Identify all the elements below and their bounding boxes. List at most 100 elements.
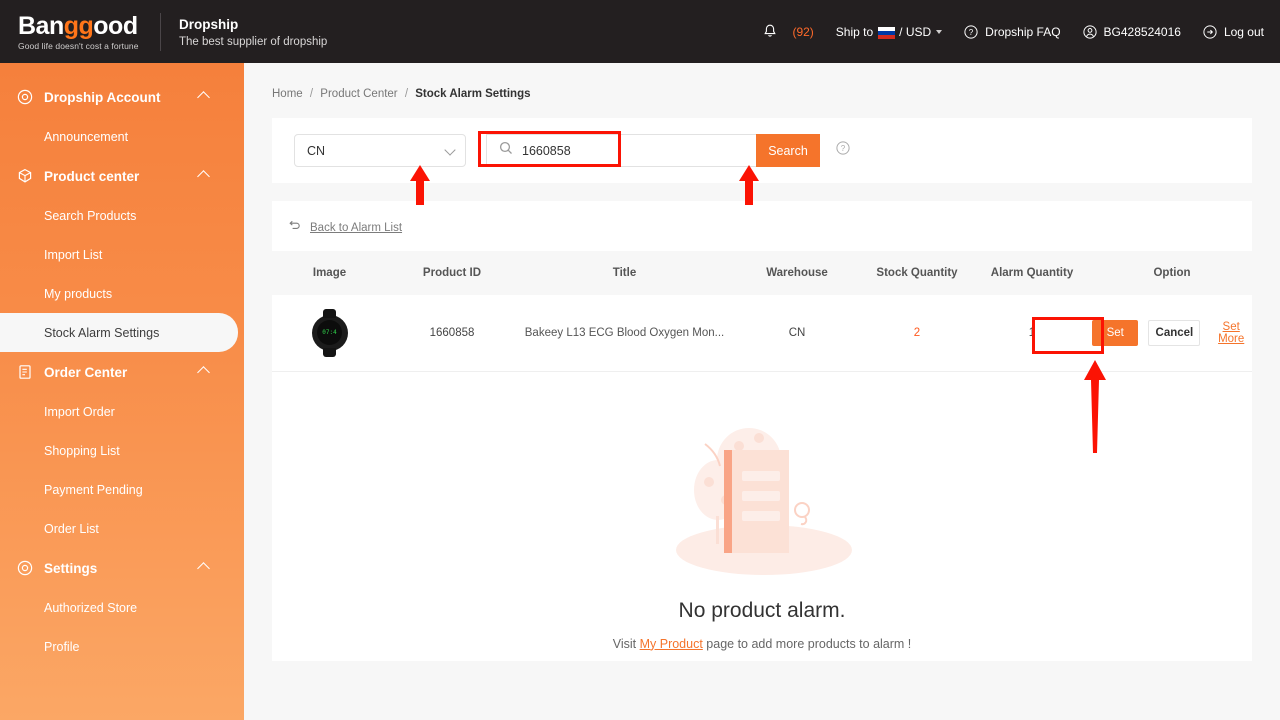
- dropship-branding: Dropship The best supplier of dropship: [179, 16, 327, 48]
- currency-label: / USD: [899, 24, 932, 39]
- set-button[interactable]: Set: [1092, 319, 1139, 346]
- cancel-button[interactable]: Cancel: [1148, 319, 1201, 346]
- table-header-row: Image Product ID Title Warehouse Stock Q…: [272, 251, 1252, 295]
- breadcrumb-home[interactable]: Home: [272, 88, 303, 100]
- box-icon: [14, 168, 36, 184]
- breadcrumb: Home / Product Center / Stock Alarm Sett…: [272, 63, 1252, 100]
- chevron-up-icon[interactable]: [197, 90, 210, 104]
- sidebar-item-import-order[interactable]: Import Order: [0, 392, 244, 431]
- search-group: Search ?: [486, 134, 850, 167]
- column-header-warehouse: Warehouse: [732, 251, 862, 295]
- chevron-up-icon[interactable]: [197, 365, 210, 379]
- logo-wordmark: Banggood: [18, 13, 150, 39]
- logout-icon: [1203, 24, 1217, 39]
- sidebar-item-import-list[interactable]: Import List: [0, 235, 244, 274]
- chevron-down-icon: [936, 29, 943, 34]
- sidebar-item-my-products[interactable]: My products: [0, 274, 244, 313]
- sidebar-item-search-products[interactable]: Search Products: [0, 196, 244, 235]
- sidebar-item-label: Order List: [44, 521, 99, 536]
- cell-alarm-quantity: 1: [972, 295, 1092, 372]
- sidebar-item-label: Profile: [44, 639, 80, 654]
- set-more-link[interactable]: Set More: [1210, 321, 1252, 345]
- chevron-up-icon[interactable]: [197, 561, 210, 575]
- search-help-icon[interactable]: ?: [836, 141, 850, 160]
- sidebar-item-shopping-list[interactable]: Shopping List: [0, 431, 244, 470]
- warehouse-select[interactable]: CN: [294, 134, 466, 167]
- empty-state-prefix: Visit: [612, 636, 637, 651]
- cell-product-id: 1660858: [387, 295, 517, 372]
- search-icon: [499, 141, 513, 160]
- top-header: Banggood Good life doesn't cost a fortun…: [0, 0, 1280, 63]
- sidebar-item-label: Search Products: [44, 208, 137, 223]
- sidebar-group-label: Settings: [44, 560, 98, 576]
- dropship-title: Dropship: [179, 16, 239, 32]
- column-header-product-id: Product ID: [387, 251, 517, 295]
- sidebar-group-dropship-account[interactable]: Dropship Account: [0, 77, 244, 117]
- logo-part-gg: gg: [63, 11, 94, 40]
- ship-to-label: Ship to: [835, 24, 874, 39]
- sidebar-item-authorized-store[interactable]: Authorized Store: [0, 588, 244, 627]
- sidebar-group-label: Product center: [44, 168, 140, 184]
- target-icon: [14, 89, 36, 105]
- sidebar-item-label: My products: [44, 286, 113, 301]
- bell-icon: [763, 24, 777, 39]
- chevron-up-icon[interactable]: [197, 169, 210, 183]
- sidebar-group-product-center[interactable]: Product center: [0, 156, 244, 196]
- sidebar-item-label: Import Order: [44, 404, 115, 419]
- breadcrumb-separator: /: [404, 88, 409, 100]
- back-to-alarm-list-row[interactable]: Back to Alarm List: [272, 201, 1252, 251]
- account-menu[interactable]: BG428524016: [1082, 25, 1181, 39]
- logout-label: Log out: [1223, 24, 1264, 39]
- sidebar-item-label: Import List: [44, 247, 103, 262]
- sidebar-item-payment-pending[interactable]: Payment Pending: [0, 470, 244, 509]
- svg-text:?: ?: [969, 28, 974, 37]
- warehouse-select-value: CN: [307, 143, 326, 158]
- ship-to-selector[interactable]: Ship to / USD: [835, 24, 943, 39]
- banggood-logo[interactable]: Banggood Good life doesn't cost a fortun…: [18, 13, 150, 51]
- faq-label: Dropship FAQ: [985, 24, 1061, 39]
- column-header-stock-quantity: Stock Quantity: [862, 251, 972, 295]
- sidebar-group-order-center[interactable]: Order Center: [0, 352, 244, 392]
- chevron-down-icon: [444, 144, 456, 156]
- logo-part-ood: ood: [93, 11, 138, 40]
- smartwatch-thumbnail[interactable]: 07:4: [311, 308, 348, 357]
- sidebar-group-settings[interactable]: Settings: [0, 548, 244, 588]
- breadcrumb-product-center[interactable]: Product Center: [320, 88, 397, 100]
- column-header-alarm-quantity: Alarm Quantity: [972, 251, 1092, 295]
- sidebar-item-stock-alarm-settings[interactable]: Stock Alarm Settings: [0, 313, 238, 352]
- sidebar-item-profile[interactable]: Profile: [0, 627, 244, 666]
- table-row: 07:4 1660858 Bakeey L13 ECG Blood Oxygen…: [272, 295, 1252, 372]
- sidebar-item-order-list[interactable]: Order List: [0, 509, 244, 548]
- cell-stock-quantity: 2: [862, 295, 972, 372]
- empty-state: No product alarm. Visit My Product page …: [272, 372, 1252, 651]
- question-circle-icon: ?: [964, 24, 978, 39]
- sidebar-item-label: Authorized Store: [44, 600, 138, 615]
- search-button[interactable]: Search: [756, 134, 820, 167]
- sidebar-group-label: Order Center: [44, 364, 128, 380]
- sidebar-nav: Dropship Account Announcement Product ce…: [0, 63, 244, 720]
- empty-state-suffix: page to add more products to alarm !: [706, 636, 912, 651]
- gear-icon: [14, 560, 36, 576]
- search-panel: CN Search ?: [272, 118, 1252, 183]
- cell-title[interactable]: Bakeey L13 ECG Blood Oxygen Mon...: [517, 295, 732, 372]
- order-list-icon: [14, 364, 36, 380]
- stock-alarm-table: Image Product ID Title Warehouse Stock Q…: [272, 251, 1252, 372]
- my-product-link[interactable]: My Product: [640, 637, 703, 651]
- sidebar-item-announcement[interactable]: Announcement: [0, 117, 244, 156]
- dropship-faq-link[interactable]: ? Dropship FAQ: [964, 24, 1061, 39]
- search-input[interactable]: [522, 143, 722, 158]
- svg-text:?: ?: [841, 144, 846, 153]
- notifications-button[interactable]: (92): [763, 24, 814, 39]
- breadcrumb-current: Stock Alarm Settings: [415, 88, 531, 100]
- search-input-wrapper[interactable]: [486, 134, 756, 167]
- empty-state-subtitle: Visit My Product page to add more produc…: [272, 637, 1252, 651]
- watch-face: 07:4: [317, 320, 342, 346]
- cell-option: Set Cancel Set More: [1092, 295, 1252, 372]
- logout-button[interactable]: Log out: [1203, 25, 1264, 39]
- column-header-title: Title: [517, 251, 732, 295]
- header-divider: [160, 12, 161, 51]
- sidebar-item-label: Shopping List: [44, 443, 120, 458]
- back-to-alarm-list-link[interactable]: Back to Alarm List: [310, 222, 402, 234]
- logo-part-ban: Ban: [18, 11, 64, 40]
- empty-state-illustration: [676, 427, 852, 575]
